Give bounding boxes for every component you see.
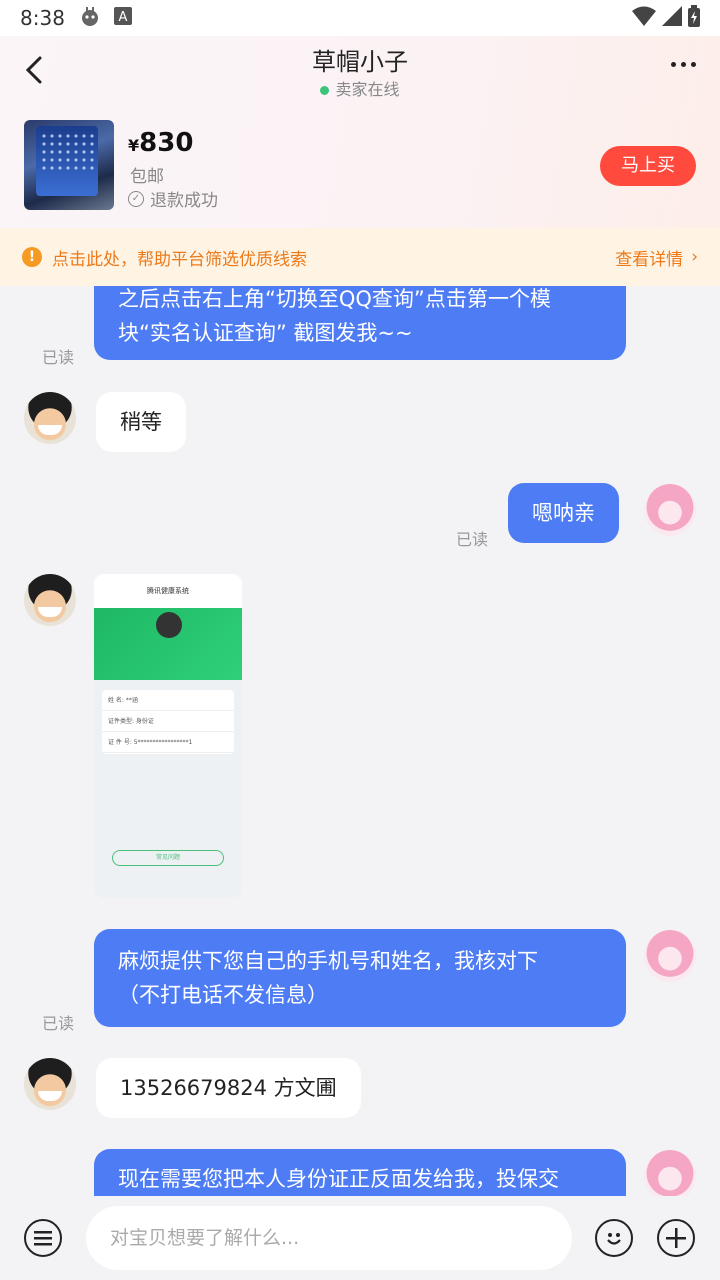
chevron-right-icon: › — [691, 247, 698, 267]
chat-header: 草帽小子 卖家在线 ¥830 包邮 ✓ 退款成功 马上买 — [0, 36, 720, 228]
chat-messages[interactable]: 之后点击右上角“切换至QQ查询”点击第一个模 块“实名认证查询” 截图发我~~ … — [0, 286, 720, 1196]
signal-icon — [662, 5, 682, 31]
online-status: 卖家在线 — [0, 76, 720, 100]
message-bubble-sent[interactable]: 之后点击右上角“切换至QQ查询”点击第一个模 块“实名认证查询” 截图发我~~ — [94, 286, 626, 360]
notice-banner[interactable]: ! 点击此处，帮助平台筛选优质线索 查看详情 › — [0, 228, 720, 286]
menu-button[interactable] — [24, 1219, 62, 1257]
message-bubble-sent[interactable]: 嗯呐亲 — [508, 483, 619, 543]
warning-icon: ! — [22, 247, 42, 267]
my-avatar[interactable] — [644, 1150, 696, 1196]
seller-avatar[interactable] — [24, 1058, 76, 1110]
list-menu-icon — [34, 1231, 52, 1246]
emoji-button[interactable] — [595, 1219, 633, 1257]
message-bubble-received[interactable]: 13526679824 方文圃 — [96, 1058, 361, 1118]
shipping-info: 包邮 — [130, 167, 164, 187]
input-bar — [0, 1196, 720, 1280]
my-avatar[interactable] — [644, 484, 696, 536]
more-options-button[interactable] — [671, 62, 696, 67]
seller-name: 草帽小子 — [312, 48, 408, 76]
status-time: 8:38 — [20, 6, 65, 30]
battery-icon — [688, 4, 700, 32]
online-dot-icon — [320, 86, 330, 95]
read-receipt: 已读 — [42, 1014, 75, 1033]
notice-text: 点击此处，帮助平台筛选优质线索 — [52, 249, 307, 270]
seller-avatar[interactable] — [24, 574, 76, 626]
buy-now-button[interactable]: 马上买 — [600, 146, 696, 186]
view-details-link[interactable]: 查看详情 › — [615, 245, 698, 270]
app-notification-icon: A — [113, 6, 133, 31]
wifi-icon — [632, 6, 656, 31]
seller-avatar[interactable] — [24, 392, 76, 444]
plus-icon — [666, 1228, 686, 1248]
my-avatar[interactable] — [644, 930, 696, 982]
smiley-icon — [607, 1233, 621, 1245]
robot-notification-icon — [79, 5, 101, 32]
read-receipt: 已读 — [42, 348, 75, 367]
check-circle-icon: ✓ — [128, 190, 144, 207]
svg-text:A: A — [118, 10, 127, 25]
message-bubble-received[interactable]: 稍等 — [96, 392, 186, 452]
add-button[interactable] — [657, 1219, 695, 1257]
read-receipt: 已读 — [456, 530, 489, 549]
screenshot-image-message[interactable]: 腾讯健康系统 姓 名: **涵 证件类型: 身份证 证 件 号: 5******… — [94, 574, 242, 898]
product-price: ¥830 — [128, 128, 194, 158]
product-thumbnail[interactable] — [24, 120, 114, 210]
message-bubble-sent[interactable]: 麻烦提供下您自己的手机号和姓名，我核对下 （不打电话不发信息） — [94, 929, 626, 1027]
message-bubble-sent[interactable]: 现在需要您把本人身份证正反面发给我，投保交 — [94, 1149, 626, 1196]
order-status: ✓ 退款成功 — [128, 186, 218, 211]
status-bar: 8:38 A — [0, 0, 720, 36]
message-input[interactable] — [86, 1206, 572, 1270]
